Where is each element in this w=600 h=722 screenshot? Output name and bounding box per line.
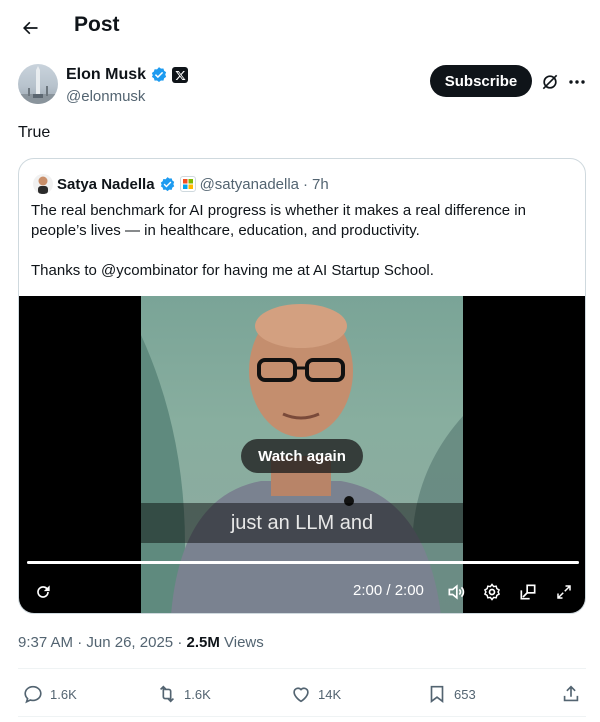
fullscreen-icon xyxy=(557,585,571,599)
more-button[interactable] xyxy=(566,70,588,94)
repost-icon xyxy=(159,685,175,703)
verified-badge-icon xyxy=(151,67,167,82)
replay-icon xyxy=(37,585,50,598)
bookmark-button[interactable]: 653 xyxy=(426,681,476,707)
volume-icon xyxy=(448,584,465,600)
post-time[interactable]: 9:37 AM xyxy=(18,634,73,651)
post-author: Elon Musk @elonmusk Subscribe xyxy=(18,64,585,108)
watch-again-button[interactable]: Watch again xyxy=(241,439,363,473)
repost-count: 1.6K xyxy=(184,686,211,702)
like-icon xyxy=(293,687,309,703)
quote-text: The real benchmark for AI progress is wh… xyxy=(31,201,575,301)
quote-avatar xyxy=(33,174,53,194)
quote-paragraph: The real benchmark for AI progress is wh… xyxy=(31,202,526,239)
subscribe-button[interactable]: Subscribe xyxy=(430,65,532,97)
like-button[interactable]: 14K xyxy=(290,681,341,707)
like-count: 14K xyxy=(318,686,342,702)
back-button[interactable] xyxy=(14,12,46,44)
caption-text: just an LLM and xyxy=(230,511,374,534)
dock-icon xyxy=(520,584,536,600)
quote-time: 7h xyxy=(312,175,329,193)
quoted-post[interactable]: Satya Nadella @satyanadella · 7h The rea… xyxy=(18,158,586,614)
quote-author-handle: @satyanadella xyxy=(199,175,300,193)
post-date[interactable]: Jun 26, 2025 xyxy=(86,634,173,651)
quote-header: Satya Nadella @satyanadella · 7h xyxy=(33,173,329,195)
more-icon xyxy=(569,80,585,84)
video-player[interactable]: Watch again just an LLM and 2:00 / 2:00 xyxy=(19,296,585,613)
post-timestamp: 9:37 AM · Jun 26, 2025 · 2.5M Views xyxy=(18,634,264,651)
dock-button[interactable] xyxy=(516,580,540,604)
repost-button[interactable]: 1.6K xyxy=(156,681,211,707)
action-bar: 1.6K 1.6K 14K 653 xyxy=(18,681,586,707)
share-button[interactable] xyxy=(560,681,582,707)
views-count: 2.5M xyxy=(186,634,220,651)
video-caption: just an LLM and xyxy=(141,503,463,543)
back-arrow-icon xyxy=(23,21,38,35)
grok-button[interactable] xyxy=(538,70,562,94)
page-title: Post xyxy=(74,13,120,36)
verified-badge-icon xyxy=(160,176,174,191)
volume-button[interactable] xyxy=(444,580,468,604)
video-progress-fill xyxy=(27,561,579,564)
reply-button[interactable]: 1.6K xyxy=(22,681,77,707)
author-name-text: Elon Musk xyxy=(66,66,147,83)
bookmark-count: 653 xyxy=(454,686,476,702)
divider xyxy=(18,668,586,669)
quote-paragraph: Thanks to @ycombinator for having me at … xyxy=(31,262,434,279)
fullscreen-button[interactable] xyxy=(552,580,576,604)
meta-separator: · xyxy=(77,634,87,651)
views-label: Views xyxy=(224,634,264,651)
top-bar: Post xyxy=(0,0,600,54)
settings-icon xyxy=(483,583,501,601)
divider xyxy=(18,716,586,717)
microsoft-affiliate-icon xyxy=(179,176,196,192)
avatar[interactable] xyxy=(18,64,58,104)
quote-author-name: Satya Nadella xyxy=(57,175,155,193)
share-icon xyxy=(563,685,579,702)
grok-icon xyxy=(542,74,558,90)
reply-icon xyxy=(24,685,42,704)
quote-separator: · xyxy=(303,175,309,193)
x-affiliate-icon xyxy=(172,67,189,83)
video-progress-bar[interactable] xyxy=(27,561,579,564)
video-settings-button[interactable] xyxy=(480,580,504,604)
reply-count: 1.6K xyxy=(50,686,77,702)
video-time: 2:00 / 2:00 xyxy=(353,582,424,599)
author-handle[interactable]: @elonmusk xyxy=(66,88,145,105)
post-text: True xyxy=(18,124,51,141)
author-name[interactable]: Elon Musk xyxy=(66,66,189,84)
bookmark-icon xyxy=(430,685,444,703)
replay-button[interactable] xyxy=(31,580,55,604)
